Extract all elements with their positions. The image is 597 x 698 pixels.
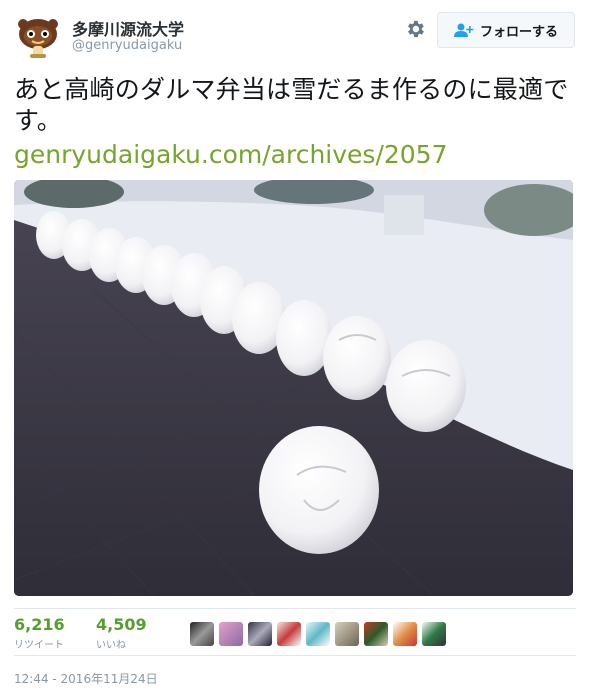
retweet-label: リツイート: [14, 640, 64, 651]
tweet-stats: 6,216 リツイート 4,509 いいね: [14, 608, 576, 656]
liker-avatar[interactable]: [422, 622, 446, 646]
like-stat[interactable]: 4,509 いいね: [96, 615, 147, 651]
gear-icon[interactable]: [404, 18, 426, 40]
add-user-icon: [453, 23, 474, 37]
tweet-photo[interactable]: [14, 180, 573, 596]
like-label: いいね: [96, 640, 126, 651]
liker-avatars: [190, 622, 446, 646]
retweet-count: 6,216: [14, 615, 65, 634]
tweet-header: 多摩川源流大学 @genryudaigaku フォローする: [14, 12, 576, 62]
liker-avatar[interactable]: [364, 622, 388, 646]
user-display-name[interactable]: 多摩川源流大学: [72, 16, 184, 40]
liker-avatar[interactable]: [277, 622, 301, 646]
tweet-timestamp[interactable]: 12:44 - 2016年11月24日: [14, 670, 158, 687]
liker-avatar[interactable]: [335, 622, 359, 646]
liker-avatar[interactable]: [219, 622, 243, 646]
liker-avatar[interactable]: [393, 622, 417, 646]
snow-daruma-photo-icon: [14, 180, 573, 596]
user-avatar[interactable]: [14, 12, 62, 60]
like-count: 4,509: [96, 615, 147, 634]
daruma-mascot-icon: [18, 19, 58, 58]
user-handle[interactable]: @genryudaigaku: [72, 38, 182, 53]
tweet-text: あと高崎のダルマ弁当は雪だるま作るのに最適です。: [14, 75, 569, 135]
retweet-stat[interactable]: 6,216 リツイート: [14, 615, 65, 651]
liker-avatar[interactable]: [190, 622, 214, 646]
liker-avatar[interactable]: [306, 622, 330, 646]
follow-button-label: フォローする: [479, 24, 558, 40]
tweet-link[interactable]: genryudaigaku.com/archives/2057: [14, 140, 447, 170]
liker-avatar[interactable]: [248, 622, 272, 646]
follow-button[interactable]: フォローする: [437, 12, 575, 48]
